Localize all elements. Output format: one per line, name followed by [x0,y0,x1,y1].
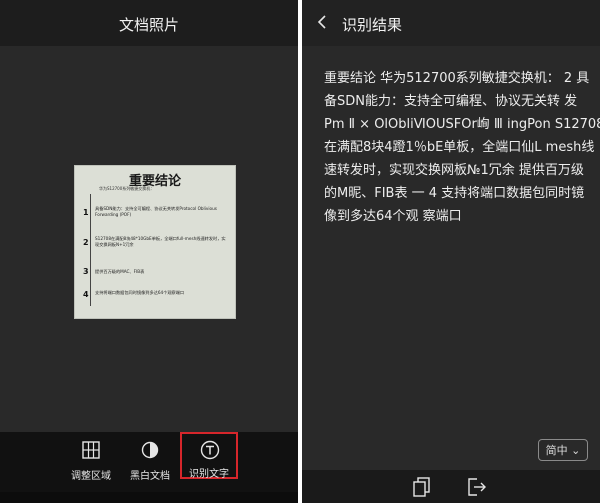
recognition-result-panel: 识别结果 重要结论 华为512700系列敏捷交换机： 2 具 备SDN能力：支持… [302,0,600,503]
result-line: 备SDN能力：支持全可编程、协议无关转 发 [324,94,578,109]
bottom-toolbar: 调整区域 黑白文档 识别文字 [0,432,298,492]
back-arrow-icon[interactable] [316,12,328,32]
left-header-title: 文档照片 [118,16,179,34]
copy-icon[interactable] [413,477,431,497]
result-line: 速转发时，实现交换网板№1冗余 提供百万级 [324,163,584,178]
recognized-text[interactable]: 重要结论 华为512700系列敏捷交换机： 2 具 备SDN能力：支持全可编程、… [324,67,600,228]
export-icon[interactable] [467,477,487,497]
doc-item-number: 2 [83,238,89,247]
doc-item-text: 具备SDN能力：支持全可编程、协议无关转发Protocol Oblivious … [95,206,217,217]
doc-item-number: 1 [83,208,89,217]
contrast-icon [141,441,159,459]
right-header-title: 识别结果 [342,16,403,34]
document-photo: 重要结论 华为S12700系列敏捷交换机： 1 具备SDN能力：支持全可编程、协… [75,166,235,318]
result-line: Pm Ⅱ × OlObliⅥOUSFOr峋 Ⅲ ingPon S12708 [324,117,600,132]
adjust-area-button[interactable]: 调整区域 [61,432,121,492]
result-line: 的M昵、FIB表 一 4 支持将端口数据包同时镜 [324,186,585,201]
doc-item-text: 提供百万级的MAC、FIB表 [95,269,145,274]
recognize-text-label: 识别文字 [189,469,229,480]
doc-subtitle: 华为S12700系列敏捷交换机： [99,186,155,191]
result-line: 像到多达64个观 察端口 [324,209,462,224]
left-footer-bar [0,492,298,503]
result-line: 重要结论 华为512700系列敏捷交换机： 2 具 [324,71,590,86]
bw-document-button[interactable]: 黑白文档 [120,432,180,492]
right-footer-toolbar [302,470,600,503]
doc-item-number: 3 [83,267,89,276]
adjust-area-label: 调整区域 [71,471,111,482]
language-select-button[interactable]: 简中 ⌄ [538,439,588,461]
recognize-text-button[interactable]: 识别文字 [180,432,238,480]
document-photo-panel: 文档照片 重要结论 华为S12700系列敏捷交换机： 1 具备SDN能力：支持全… [0,0,298,503]
doc-item-text: S12708在满配8块48*10GbE单板，全端口full-mesh线速转发时，… [95,236,226,247]
result-line: 在满配8块4蹬1％bE单板，全端口仙L mesh线 [324,140,595,155]
grid-icon [82,441,100,459]
doc-item-number: 4 [83,290,89,299]
doc-item-text: 支持将端口数据包同时镜像到多达64个观察端口 [95,290,185,295]
bw-document-label: 黑白文档 [130,471,170,482]
text-recognition-icon [200,440,220,460]
doc-divider [90,194,91,306]
left-header: 文档照片 [0,0,298,46]
right-header: 识别结果 [302,0,600,46]
